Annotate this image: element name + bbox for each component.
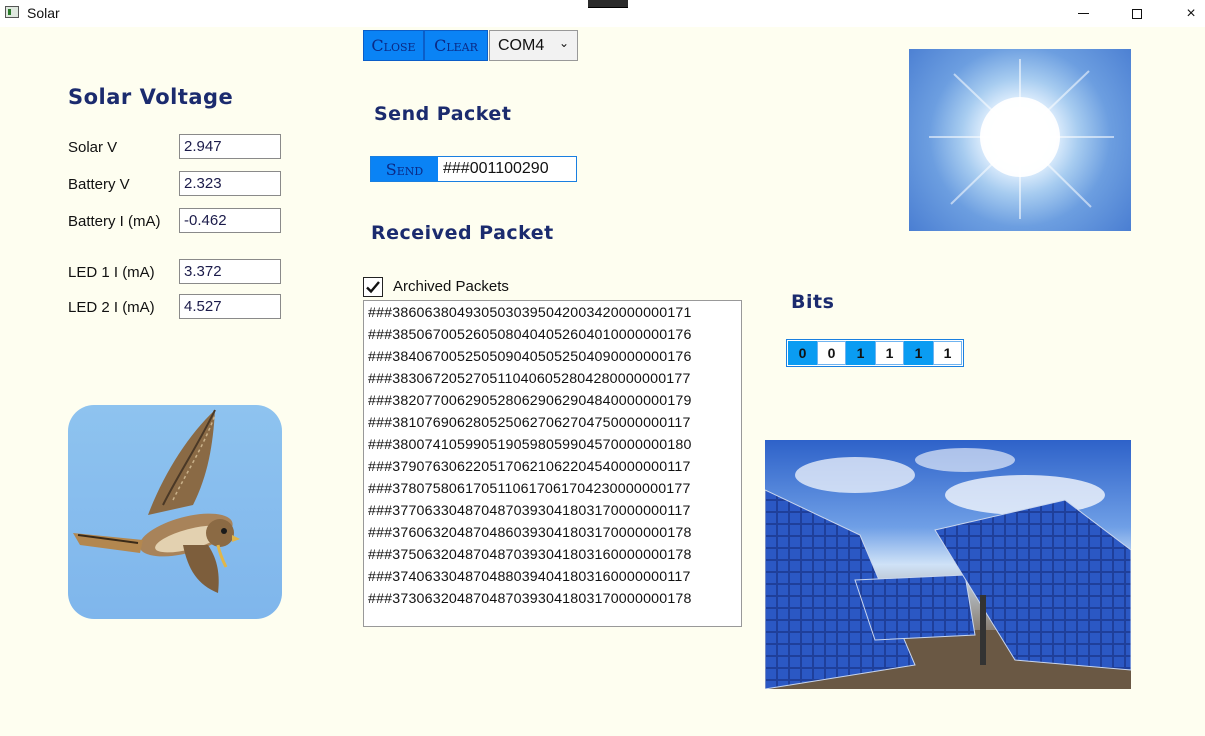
- sun-image: [909, 49, 1131, 231]
- clear-button[interactable]: Clear: [424, 30, 488, 61]
- led1-i-label: LED 1 I (mA): [68, 264, 155, 281]
- com-port-select[interactable]: COM4 ⌄: [489, 30, 578, 61]
- app-icon: [5, 6, 19, 18]
- list-item[interactable]: ###3850670052605080404052604010000000176: [368, 324, 737, 346]
- bits-display: 0 0 1 1 1 1: [786, 339, 964, 367]
- minimize-icon: [1077, 13, 1089, 14]
- packet-list[interactable]: ###3860638049305030395042003420000000171…: [363, 300, 742, 627]
- battery-i-field[interactable]: -0.462: [179, 208, 281, 233]
- title-bar: Solar ×: [0, 0, 1205, 27]
- bit-1: 0: [817, 341, 846, 365]
- list-item[interactable]: ###3830672052705110406052804280000000177: [368, 368, 737, 390]
- battery-v-label: Battery V: [68, 176, 130, 193]
- archive-checkbox[interactable]: [363, 277, 383, 297]
- send-packet-row: Send ###001100290: [370, 156, 577, 182]
- send-packet-input[interactable]: ###001100290: [443, 160, 549, 178]
- list-item[interactable]: ###3800741059905190598059904570000000180: [368, 434, 737, 456]
- list-item[interactable]: ###3790763062205170621062204540000000117: [368, 456, 737, 478]
- list-item[interactable]: ###3770633048704870393041803170000000117: [368, 500, 737, 522]
- list-item[interactable]: ###3840670052505090405052504090000000176: [368, 346, 737, 368]
- close-port-button[interactable]: Close: [363, 30, 424, 61]
- com-port-value: COM4: [498, 37, 545, 54]
- list-item[interactable]: ###3860638049305030395042003420000000171: [368, 302, 737, 324]
- list-item[interactable]: ###3820770062905280629062904840000000179: [368, 390, 737, 412]
- serial-controls: Close Clear COM4 ⌄: [363, 30, 578, 61]
- led2-i-label: LED 2 I (mA): [68, 299, 155, 316]
- send-button[interactable]: Send: [371, 157, 438, 181]
- chevron-down-icon: ⌄: [558, 36, 569, 50]
- maximize-button[interactable]: [1114, 0, 1160, 27]
- list-item[interactable]: ###3730632048704870393041803170000000178: [368, 588, 737, 610]
- checkmark-icon: [366, 281, 380, 294]
- drag-handle[interactable]: [588, 0, 628, 8]
- bit-2: 1: [846, 341, 875, 365]
- led2-i-field[interactable]: 4.527: [179, 294, 281, 319]
- close-window-button[interactable]: ×: [1168, 0, 1205, 27]
- bit-4: 1: [904, 341, 933, 365]
- list-item[interactable]: ###3760632048704860393041803170000000178: [368, 522, 737, 544]
- bits-heading: Bits: [791, 291, 835, 313]
- led1-i-field[interactable]: 3.372: [179, 259, 281, 284]
- solar-voltage-heading: Solar Voltage: [68, 85, 234, 109]
- list-item[interactable]: ###3810769062805250627062704750000000117: [368, 412, 737, 434]
- archive-label: Archived Packets: [393, 278, 509, 295]
- solar-v-label: Solar V: [68, 139, 118, 156]
- list-item[interactable]: ###3780758061705110617061704230000000177: [368, 478, 737, 500]
- close-icon: ×: [1186, 4, 1196, 22]
- battery-i-label: Battery I (mA): [68, 213, 161, 230]
- bit-0: 0: [788, 341, 817, 365]
- bit-3: 1: [875, 341, 904, 365]
- solar-panels-image: [765, 440, 1131, 689]
- battery-v-field[interactable]: 2.323: [179, 171, 281, 196]
- send-packet-heading: Send Packet: [374, 103, 512, 125]
- bit-5: 1: [933, 341, 962, 365]
- minimize-button[interactable]: [1060, 0, 1106, 27]
- list-item[interactable]: ###3740633048704880394041803160000000117: [368, 566, 737, 588]
- maximize-icon: [1132, 8, 1142, 19]
- received-packet-heading: Received Packet: [371, 222, 554, 244]
- solar-v-field[interactable]: 2.947: [179, 134, 281, 159]
- falcon-image: [68, 405, 282, 619]
- list-item[interactable]: ###3750632048704870393041803160000000178: [368, 544, 737, 566]
- window-title: Solar: [27, 5, 60, 21]
